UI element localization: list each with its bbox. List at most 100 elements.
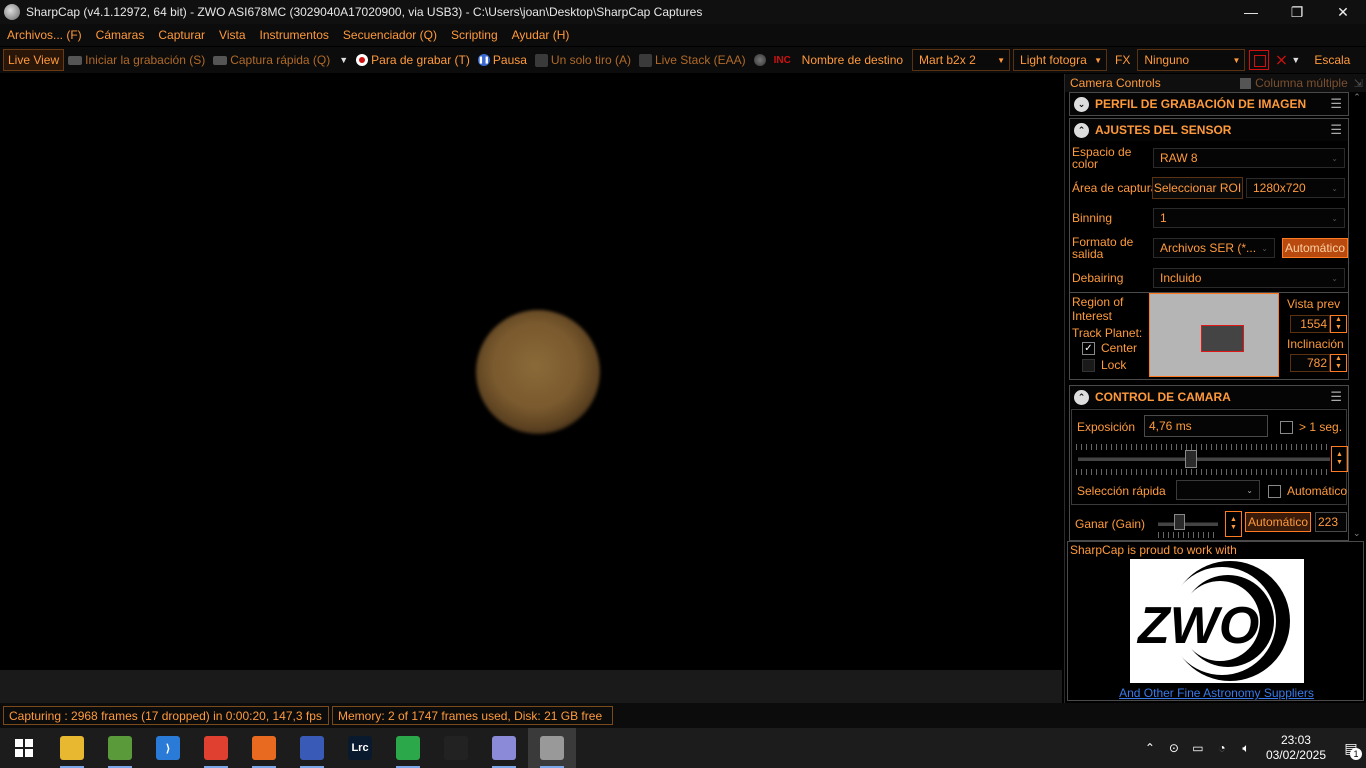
- quick-select-dropdown[interactable]: ⌄: [1176, 480, 1260, 500]
- zwo-logo[interactable]: ZWO: [1130, 559, 1304, 683]
- exposure-slider-track[interactable]: [1078, 457, 1330, 461]
- taskbar-network-app[interactable]: [288, 728, 336, 768]
- live-view-button[interactable]: Live View: [3, 49, 65, 71]
- chevron-up-icon[interactable]: ⌃: [1074, 389, 1089, 405]
- stop-recording-button[interactable]: Para de grabar (T): [352, 49, 474, 71]
- target-name-select[interactable]: Mart b2x 2 ▼: [912, 49, 1011, 71]
- menu-scripting[interactable]: Scripting: [444, 28, 505, 42]
- menu-view[interactable]: Vista: [212, 28, 252, 42]
- fx-select[interactable]: Ninguno ▼: [1137, 49, 1246, 71]
- color-space-select[interactable]: RAW 8 ⌄: [1153, 148, 1345, 168]
- roi-selection-rect[interactable]: [1201, 325, 1244, 352]
- multi-column-checkbox[interactable]: [1240, 77, 1252, 89]
- menu-icon[interactable]: ☰: [1330, 96, 1342, 112]
- taskbar-lightroom[interactable]: Lrc: [336, 728, 384, 768]
- menu-icon[interactable]: ☰: [1330, 389, 1342, 405]
- taskbar-media-app[interactable]: [384, 728, 432, 768]
- taskbar-notepad-app[interactable]: [96, 728, 144, 768]
- arrow-up-icon[interactable]: ▲: [1335, 316, 1342, 324]
- arrow-down-icon[interactable]: ▼: [1336, 459, 1343, 467]
- preview-x-stepper[interactable]: ▲ ▼: [1330, 315, 1347, 333]
- roi-preview-box[interactable]: [1149, 293, 1279, 377]
- exposure-stepper[interactable]: ▲ ▼: [1331, 446, 1348, 472]
- arrow-up-icon[interactable]: ▲: [1335, 355, 1342, 363]
- close-button[interactable]: ✕: [1320, 0, 1366, 24]
- taskbar-astro-app[interactable]: [432, 728, 480, 768]
- start-recording-button[interactable]: Iniciar la grabación (S): [64, 49, 209, 71]
- suppliers-link[interactable]: And Other Fine Astronomy Suppliers: [1068, 686, 1365, 700]
- over-1s-option[interactable]: > 1 seg.: [1280, 420, 1342, 434]
- scroll-up-icon[interactable]: ⌃: [1350, 92, 1364, 103]
- chevron-down-icon[interactable]: ▼: [1291, 55, 1300, 65]
- battery-icon[interactable]: ▭: [1186, 741, 1210, 755]
- gain-slider-thumb[interactable]: [1174, 514, 1185, 530]
- binning-select[interactable]: 1 ⌄: [1153, 208, 1345, 228]
- gain-input[interactable]: 223: [1315, 512, 1347, 532]
- chevron-down-icon[interactable]: ⌄: [1074, 96, 1089, 112]
- reticle-overlay-icon[interactable]: [1249, 50, 1270, 70]
- quick-auto-checkbox[interactable]: [1268, 484, 1281, 498]
- arrow-up-icon[interactable]: ▲: [1230, 516, 1237, 524]
- arrow-down-icon[interactable]: ▼: [1230, 524, 1237, 532]
- volume-icon[interactable]: 🔈︎: [1234, 741, 1258, 756]
- gain-slider-track[interactable]: [1158, 522, 1218, 526]
- output-format-select[interactable]: Archivos SER (*... ⌄: [1153, 238, 1275, 258]
- taskbar-chrome[interactable]: [192, 728, 240, 768]
- menu-icon[interactable]: ☰: [1330, 122, 1342, 138]
- maximize-button[interactable]: ❐: [1274, 0, 1320, 24]
- exposure-input[interactable]: 4,76 ms: [1144, 415, 1268, 437]
- scroll-down-icon[interactable]: ⌄: [1353, 528, 1361, 539]
- menu-tools[interactable]: Instrumentos: [253, 28, 336, 42]
- taskbar-firefox[interactable]: [240, 728, 288, 768]
- chevron-up-icon[interactable]: ⌃: [1138, 741, 1162, 755]
- select-roi-button[interactable]: Seleccionar ROI: [1152, 177, 1243, 199]
- capture-area-select[interactable]: 1280x720 ⌄: [1246, 178, 1345, 198]
- crosshair-icon[interactable]: ⨯: [1273, 50, 1289, 70]
- image-viewport[interactable]: [0, 74, 1062, 670]
- notifications-button[interactable]: ▤ 1: [1336, 728, 1366, 768]
- taskbar-file-explorer[interactable]: [48, 728, 96, 768]
- scale-label[interactable]: Escala: [1308, 53, 1356, 67]
- arrow-up-icon[interactable]: ▲: [1336, 451, 1343, 459]
- section-header-profile[interactable]: ⌄ PERFIL DE GRABACIÓN DE IMAGEN ☰: [1070, 93, 1348, 115]
- taskbar-vscode[interactable]: ⟩: [144, 728, 192, 768]
- tilt-stepper[interactable]: ▲ ▼: [1330, 354, 1347, 372]
- quick-capture-button[interactable]: Captura rápida (Q) ▼: [209, 49, 352, 71]
- increment-button[interactable]: INC: [770, 49, 796, 71]
- menu-cameras[interactable]: Cámaras: [89, 28, 152, 42]
- arrow-down-icon[interactable]: ▼: [1335, 363, 1342, 371]
- meet-icon[interactable]: ⊙: [1162, 741, 1186, 755]
- debayer-select[interactable]: Incluido ⌄: [1153, 268, 1345, 288]
- menu-help[interactable]: Ayudar (H): [505, 28, 577, 42]
- menu-sequencer[interactable]: Secuenciador (Q): [336, 28, 444, 42]
- chevron-up-icon[interactable]: ⌃: [1074, 122, 1089, 138]
- frame-type-select[interactable]: Light fotogra ▼: [1013, 49, 1108, 71]
- quick-auto-option[interactable]: Automático: [1268, 484, 1347, 498]
- tilt-input[interactable]: 782: [1290, 354, 1330, 372]
- over-1s-checkbox[interactable]: [1280, 420, 1293, 434]
- section-header-sensor[interactable]: ⌃ AJUSTES DEL SENSOR ☰: [1070, 119, 1348, 141]
- clock[interactable]: 23:03 03/02/2025: [1266, 733, 1326, 763]
- lock-checkbox[interactable]: [1082, 358, 1095, 372]
- chevron-down-icon[interactable]: ▼: [339, 55, 348, 65]
- scroll-thumb[interactable]: [1353, 112, 1361, 522]
- center-option[interactable]: ✓ Center: [1082, 341, 1137, 355]
- live-stack-button[interactable]: Live Stack (EAA): [635, 49, 750, 71]
- menu-file[interactable]: Archivos... (F): [0, 28, 89, 42]
- wifi-icon[interactable]: ◔: [1210, 741, 1234, 755]
- single-shot-button[interactable]: Un solo tiro (A): [531, 49, 635, 71]
- taskbar-sharpcap-app[interactable]: [528, 728, 576, 768]
- panel-scrollbar[interactable]: ⌃ ⌄: [1350, 92, 1364, 539]
- menu-capture[interactable]: Capturar: [151, 28, 212, 42]
- gain-stepper[interactable]: ▲ ▼: [1225, 511, 1242, 537]
- minimize-button[interactable]: —: [1228, 0, 1274, 24]
- lock-option[interactable]: Lock: [1082, 358, 1126, 372]
- focus-assist-button[interactable]: [750, 49, 770, 71]
- pin-icon[interactable]: ⇲: [1354, 77, 1363, 90]
- center-checkbox[interactable]: ✓: [1082, 341, 1095, 355]
- pause-button[interactable]: ❚❚ Pausa: [474, 49, 531, 71]
- section-header-camera[interactable]: ⌃ CONTROL DE CAMARA ☰: [1070, 386, 1348, 408]
- output-format-auto-button[interactable]: Automático: [1282, 238, 1348, 258]
- start-button[interactable]: [0, 728, 48, 768]
- exposure-slider-thumb[interactable]: [1185, 450, 1198, 468]
